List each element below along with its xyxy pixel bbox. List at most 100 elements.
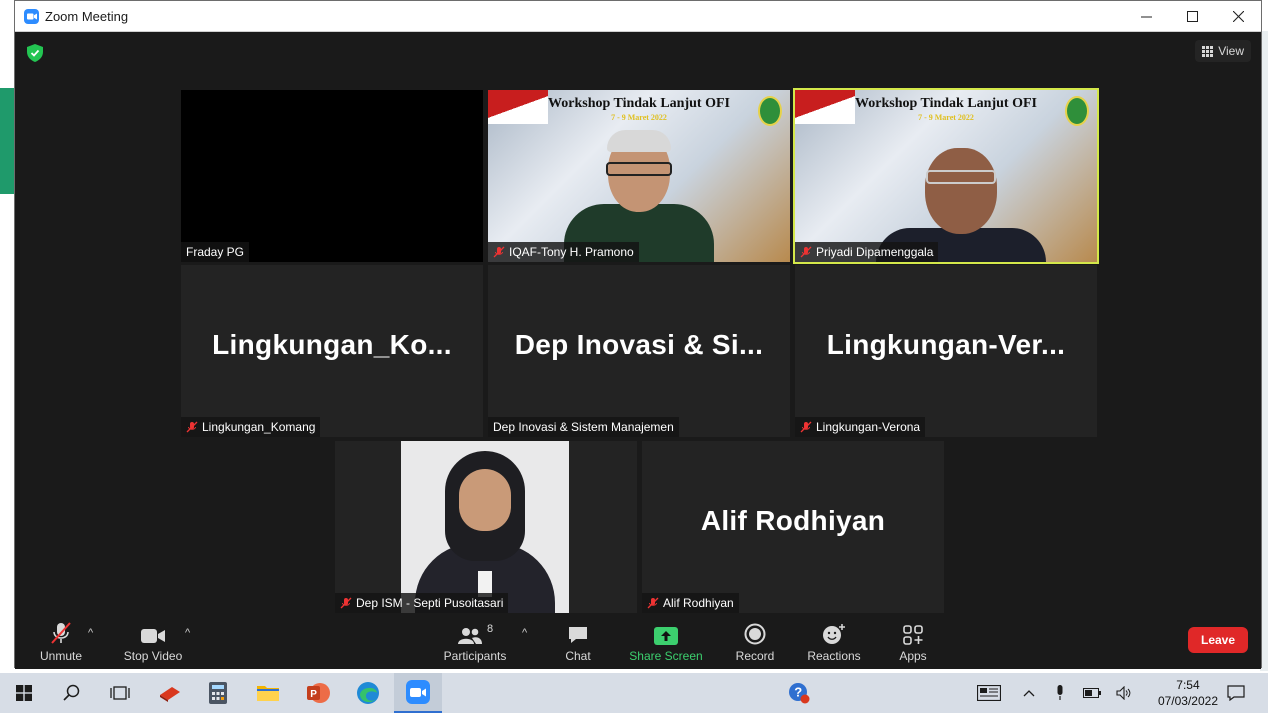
stop-video-button[interactable]: Stop Video: [119, 621, 187, 663]
leave-button[interactable]: Leave: [1188, 627, 1248, 653]
security-shield-icon[interactable]: [27, 44, 43, 62]
video-tile[interactable]: Lingkungan_Ko... Lingkungan_Komang: [181, 265, 483, 437]
view-button[interactable]: View: [1195, 40, 1251, 62]
participant-name-bar: Alif Rodhiyan: [642, 593, 739, 613]
microphone-icon: [1057, 685, 1063, 700]
participant-name-bar: Lingkungan-Verona: [795, 417, 926, 437]
taskbar-app-file-explorer[interactable]: [244, 673, 292, 713]
audio-options-caret[interactable]: ^: [88, 627, 93, 639]
muted-microphone-icon: [51, 622, 71, 644]
participants-icon: [457, 628, 482, 644]
muted-mic-icon: [647, 597, 659, 609]
video-banner-text: Workshop Tindak Lanjut OFI: [855, 96, 1037, 111]
video-camera-icon: [141, 629, 165, 643]
participant-name-bar: Priyadi Dipamenggala: [795, 242, 939, 262]
participants-count: 8: [486, 623, 494, 635]
battery-tray-button[interactable]: [1080, 673, 1104, 713]
share-screen-button[interactable]: Share Screen: [629, 621, 703, 663]
participant-name: Lingkungan_Komang: [202, 420, 316, 434]
stop-video-label: Stop Video: [123, 649, 183, 663]
news-widget-button[interactable]: [974, 673, 1004, 713]
emblem-logo-icon: [1065, 96, 1089, 126]
zoom-logo-icon: [24, 8, 39, 24]
view-label: View: [1218, 44, 1244, 58]
search-icon: [63, 684, 80, 701]
meeting-toolbar: Unmute ^ Stop Video ^ 8 Participants ^ C…: [15, 613, 1261, 669]
taskbar-app-books[interactable]: [146, 673, 194, 713]
participant-name-bar: IQAF-Tony H. Pramono: [488, 242, 639, 262]
apps-label: Apps: [899, 649, 927, 663]
participant-display-name: Alif Rodhiyan: [700, 505, 886, 536]
taskbar-app-zoom[interactable]: [394, 673, 442, 713]
video-tile-active-speaker[interactable]: Workshop Tindak Lanjut OFI 7 - 9 Maret 2…: [793, 88, 1099, 264]
meeting-area: View Fraday PG Workshop Tindak Lanjut OF…: [15, 32, 1261, 669]
record-label: Record: [735, 649, 775, 663]
start-button[interactable]: [0, 673, 48, 713]
background-strip: [0, 88, 14, 194]
unmute-label: Unmute: [39, 649, 83, 663]
video-tile[interactable]: Dep ISM - Septi Pusoitasari: [335, 441, 637, 613]
emblem-logo-icon: [758, 96, 782, 126]
taskbar-clock[interactable]: 7:54 07/03/2022: [1158, 677, 1218, 709]
calculator-icon: [209, 682, 227, 704]
reactions-label: Reactions: [807, 649, 861, 663]
participant-photo: [401, 441, 569, 613]
video-banner-subtext: 7 - 9 Maret 2022: [918, 113, 974, 122]
unmute-button[interactable]: Unmute: [35, 621, 87, 663]
minimize-button[interactable]: [1123, 1, 1169, 32]
battery-icon: [1083, 688, 1101, 698]
taskbar-app-powerpoint[interactable]: P: [294, 673, 342, 713]
show-hidden-icons-button[interactable]: [1018, 673, 1040, 713]
video-feed: Workshop Tindak Lanjut OFI 7 - 9 Maret 2…: [488, 90, 790, 262]
grid-icon: [1202, 45, 1214, 57]
taskbar-app-calculator[interactable]: [194, 673, 242, 713]
record-button[interactable]: Record: [733, 621, 777, 663]
zoom-app-icon: [406, 680, 430, 704]
reactions-button[interactable]: Reactions: [805, 621, 863, 663]
chat-button[interactable]: Chat: [559, 621, 597, 663]
notifications-button[interactable]: [1222, 673, 1250, 713]
volume-tray-button[interactable]: [1112, 673, 1136, 713]
chat-bubble-icon: [569, 627, 587, 643]
chevron-up-icon: [1023, 690, 1035, 697]
participant-display-name: Lingkungan_Ko...: [212, 329, 452, 360]
windows-taskbar: P ? 7:54 07/03/2022: [0, 673, 1268, 713]
video-banner-text: Workshop Tindak Lanjut OFI: [548, 96, 730, 111]
participant-name: Lingkungan-Verona: [816, 420, 921, 434]
window-controls: [1123, 1, 1261, 32]
svg-text:P: P: [310, 689, 317, 700]
taskbar-app-edge[interactable]: [344, 673, 392, 713]
help-question-icon: ?: [789, 683, 810, 704]
help-tray-button[interactable]: ?: [786, 673, 812, 713]
taskbar-search-button[interactable]: [48, 673, 96, 713]
participant-name-bar: Lingkungan_Komang: [181, 417, 321, 437]
participants-button[interactable]: 8 Participants: [441, 621, 509, 663]
apps-button[interactable]: Apps: [895, 621, 931, 663]
task-view-button[interactable]: [96, 673, 144, 713]
news-widget-icon: [977, 685, 1001, 701]
muted-mic-icon: [800, 246, 812, 258]
muted-mic-icon: [340, 597, 352, 609]
title-bar: Zoom Meeting: [15, 1, 1261, 32]
clock-time: 7:54: [1176, 678, 1200, 692]
video-tile[interactable]: Workshop Tindak Lanjut OFI 7 - 9 Maret 2…: [488, 90, 790, 262]
video-tile[interactable]: Lingkungan-Ver... Lingkungan-Verona: [795, 265, 1097, 437]
video-tile[interactable]: Fraday PG: [181, 90, 483, 262]
muted-mic-icon: [493, 246, 505, 258]
video-options-caret[interactable]: ^: [185, 627, 190, 639]
participant-video-person: [559, 112, 719, 262]
participant-name-bar: Dep ISM - Septi Pusoitasari: [335, 593, 509, 613]
video-tile[interactable]: Dep Inovasi & Si... Dep Inovasi & Sistem…: [488, 265, 790, 437]
muted-mic-icon: [800, 421, 812, 433]
close-icon: [1232, 11, 1244, 22]
muted-mic-icon: [186, 421, 198, 433]
clock-date: 07/03/2022: [1157, 694, 1218, 708]
participant-display-name: Lingkungan-Ver...: [826, 329, 1066, 360]
record-icon: [744, 623, 766, 645]
participant-name: IQAF-Tony H. Pramono: [509, 245, 634, 259]
maximize-button[interactable]: [1169, 1, 1215, 32]
microphone-tray-button[interactable]: [1050, 673, 1070, 713]
video-tile[interactable]: Alif Rodhiyan Alif Rodhiyan: [642, 441, 944, 613]
close-button[interactable]: [1215, 1, 1261, 32]
participants-options-caret[interactable]: ^: [522, 627, 527, 639]
